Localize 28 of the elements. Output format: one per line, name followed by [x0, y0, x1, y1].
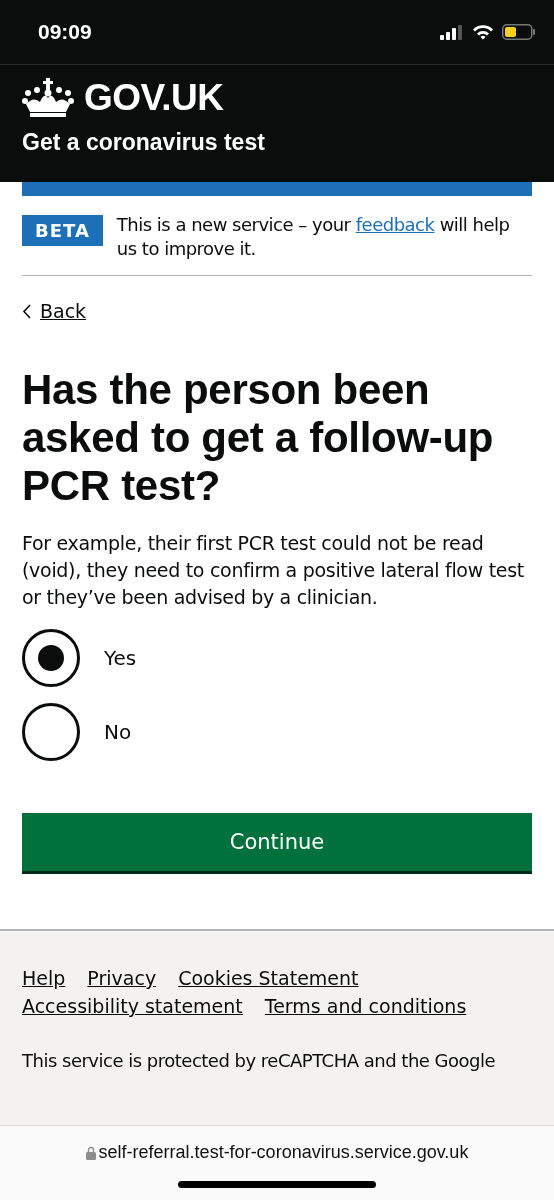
- status-time: 09:09: [38, 20, 92, 44]
- footer-link[interactable]: Accessibility statement: [22, 995, 243, 1017]
- hint-text: For example, their first PCR test could not be read (void), they need to confirm a positive lateral flow test or they’ve been advised by a clinician.: [22, 531, 525, 610]
- service-name[interactable]: Get a coronavirus test: [22, 129, 532, 156]
- lock-icon: [85, 1145, 96, 1160]
- footer-link[interactable]: Terms and conditions: [264, 995, 467, 1017]
- footer-link[interactable]: Privacy: [87, 967, 157, 989]
- back-link[interactable]: Back: [22, 300, 87, 322]
- chevron-left-icon: [22, 303, 31, 319]
- radio-button[interactable]: [22, 703, 80, 761]
- wifi-icon: [472, 24, 494, 40]
- recaptcha-notice: This service is protected by reCAPTCHA and the Google: [22, 1049, 497, 1073]
- address-bar[interactable]: self-referral.test-for-coronavirus.service.gov.uk: [0, 1125, 554, 1200]
- battery-icon: [502, 24, 536, 40]
- phase-banner-text: This is a new service – your feedback will help us to improve it.: [116, 213, 511, 261]
- radio-option[interactable]: Yes: [22, 629, 532, 687]
- continue-button[interactable]: Continue: [22, 813, 532, 871]
- beta-tag: BETA: [22, 215, 103, 246]
- radio-button[interactable]: [22, 629, 80, 687]
- govuk-logo[interactable]: GOV.UK: [84, 77, 224, 119]
- url-text: self-referral.test-for-coronavirus.service.gov.uk: [98, 1142, 469, 1163]
- crown-icon: [22, 78, 74, 118]
- footer-link[interactable]: Cookies Statement: [178, 967, 359, 989]
- question-heading: Has the person been asked to get a follow-up PCR test?: [22, 366, 495, 510]
- footer-link[interactable]: Help: [22, 967, 66, 989]
- feedback-link[interactable]: feedback: [355, 214, 435, 235]
- signal-icon: [440, 24, 464, 40]
- radio-option[interactable]: No: [22, 703, 532, 761]
